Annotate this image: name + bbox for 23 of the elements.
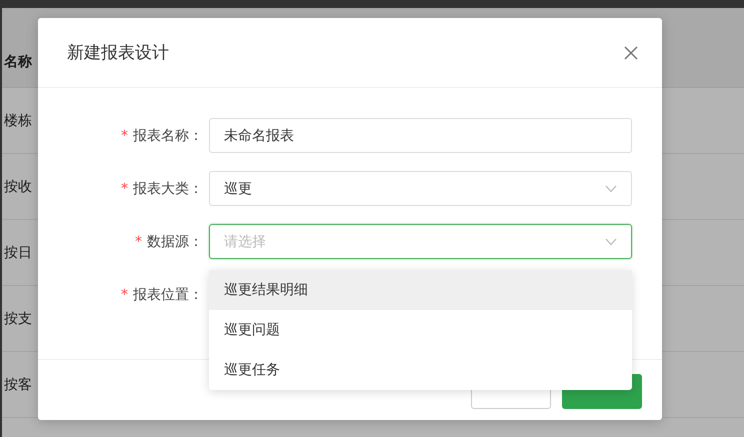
dialog-title: 新建报表设计 bbox=[67, 42, 169, 64]
report-name-field[interactable]: 未命名报表 bbox=[209, 118, 632, 153]
select-field[interactable]: 巡更 bbox=[209, 171, 632, 206]
required-mark: * bbox=[121, 180, 128, 196]
chevron-down-icon bbox=[605, 184, 617, 192]
table-header: 名称 bbox=[2, 52, 32, 70]
dropdown-option[interactable]: 巡更任务 bbox=[209, 350, 632, 390]
table-cell-text: 按收 bbox=[3, 178, 32, 196]
field-label: 数据源： bbox=[147, 234, 203, 250]
table-cell-text: 按支 bbox=[3, 310, 32, 328]
field-label: 报表名称： bbox=[133, 128, 203, 144]
dropdown-option[interactable]: 巡更问题 bbox=[209, 310, 632, 350]
table-cell-text: 楼栋 bbox=[3, 112, 32, 130]
chevron-down-icon bbox=[605, 238, 617, 246]
close-icon[interactable] bbox=[624, 46, 638, 60]
required-mark: * bbox=[135, 234, 142, 250]
field-label: 报表位置： bbox=[133, 286, 203, 302]
required-mark: * bbox=[121, 286, 128, 302]
table-cell-text: 按日 bbox=[3, 244, 32, 262]
table-cell-text: 按客 bbox=[3, 376, 32, 394]
required-mark: * bbox=[121, 128, 128, 144]
field-label: 报表大类： bbox=[133, 180, 203, 196]
dropdown-option[interactable]: 巡更结果明细 bbox=[209, 270, 632, 310]
